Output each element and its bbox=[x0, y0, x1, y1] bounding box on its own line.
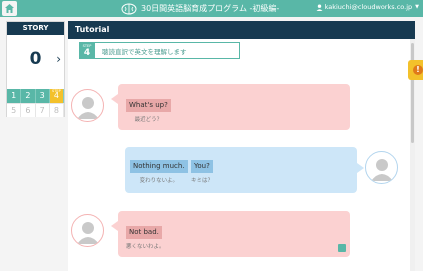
phrase[interactable]: Nothing much. 変わりないよ。 bbox=[130, 153, 188, 184]
brand-title: 30日間英語脳育成プログラム -初級編- bbox=[141, 4, 280, 13]
english-phrase: You? bbox=[191, 160, 213, 173]
user-icon bbox=[316, 4, 323, 11]
step-button-5: 5 bbox=[7, 103, 22, 117]
brand: 30日間英語脳育成プログラム -初級編- bbox=[121, 2, 279, 15]
home-icon bbox=[5, 4, 14, 13]
scrollbar-thumb[interactable] bbox=[411, 43, 414, 143]
speaker-avatar-male bbox=[365, 151, 398, 184]
japanese-translation: 悪くないわよ。 bbox=[126, 244, 165, 250]
phrase[interactable]: You? キミは？ bbox=[191, 153, 213, 184]
speech-bubble: Not bad. 悪くないわよ。 bbox=[111, 211, 350, 257]
japanese-translation: 変わりないよ。 bbox=[139, 178, 178, 184]
step-badge-number: 4 bbox=[83, 47, 91, 58]
speaker-avatar-female bbox=[71, 214, 104, 247]
home-button[interactable] bbox=[2, 1, 17, 16]
story-panel: STORY 0 › 1 2 3 STEP 4 5 6 7 8 bbox=[6, 21, 65, 117]
tutorial-panel: Tutorial STEP 4 聴読直訳で英文を理解します What's up?… bbox=[68, 21, 415, 271]
step-button-1[interactable]: 1 bbox=[7, 89, 22, 103]
japanese-translation: 最近どう？ bbox=[134, 117, 163, 123]
step-button-8: 8 bbox=[49, 103, 64, 117]
speech-bubble: Nothing much. 変わりないよ。 You? キミは？ bbox=[125, 147, 364, 193]
step-description: 聴読直訳で英文を理解します bbox=[102, 47, 187, 56]
account-email: kakiuchi@cloudworks.co.jp bbox=[324, 3, 413, 11]
step-button-7: 7 bbox=[35, 103, 50, 117]
speaker-avatar-female bbox=[71, 89, 104, 122]
story-number-box: 0 › bbox=[7, 36, 64, 88]
audio-icon[interactable] bbox=[338, 244, 346, 252]
english-phrase: What's up? bbox=[126, 99, 171, 112]
next-story-chevron-icon[interactable]: › bbox=[56, 52, 61, 66]
person-icon bbox=[77, 222, 99, 244]
english-phrase: Not bad. bbox=[126, 226, 162, 239]
english-phrase: Nothing much. bbox=[130, 160, 188, 173]
step-button-6: 6 bbox=[21, 103, 36, 117]
speech-bubble: What's up? 最近どう？ bbox=[111, 84, 350, 130]
step-badge: STEP 4 bbox=[79, 41, 95, 59]
phrase[interactable]: What's up? 最近どう？ bbox=[126, 92, 171, 123]
story-heading: STORY bbox=[7, 22, 64, 35]
person-icon bbox=[77, 97, 99, 119]
brain-logo-icon bbox=[121, 3, 137, 14]
top-bar: 30日間英語脳育成プログラム -初級編- kakiuchi@cloudworks… bbox=[0, 0, 423, 17]
phrase[interactable]: Not bad. 悪くないわよ。 bbox=[126, 219, 165, 250]
hint-tab[interactable]: ! bbox=[408, 60, 423, 80]
account-menu[interactable]: kakiuchi@cloudworks.co.jp ▼ bbox=[316, 3, 419, 11]
step-button-2[interactable]: 2 bbox=[21, 89, 36, 103]
person-icon bbox=[371, 159, 393, 181]
step-grid: 1 2 3 STEP 4 5 6 7 8 bbox=[7, 89, 64, 117]
japanese-translation: キミは？ bbox=[191, 178, 214, 184]
step-tag: STEP bbox=[52, 89, 61, 93]
step-label: STEP 4 聴読直訳で英文を理解します bbox=[79, 41, 240, 59]
step-button-4-active[interactable]: STEP 4 bbox=[49, 89, 64, 103]
chevron-down-icon: ▼ bbox=[415, 4, 419, 10]
alert-icon: ! bbox=[413, 65, 423, 75]
step-button-3[interactable]: 3 bbox=[35, 89, 50, 103]
page-title: Tutorial bbox=[68, 21, 415, 39]
